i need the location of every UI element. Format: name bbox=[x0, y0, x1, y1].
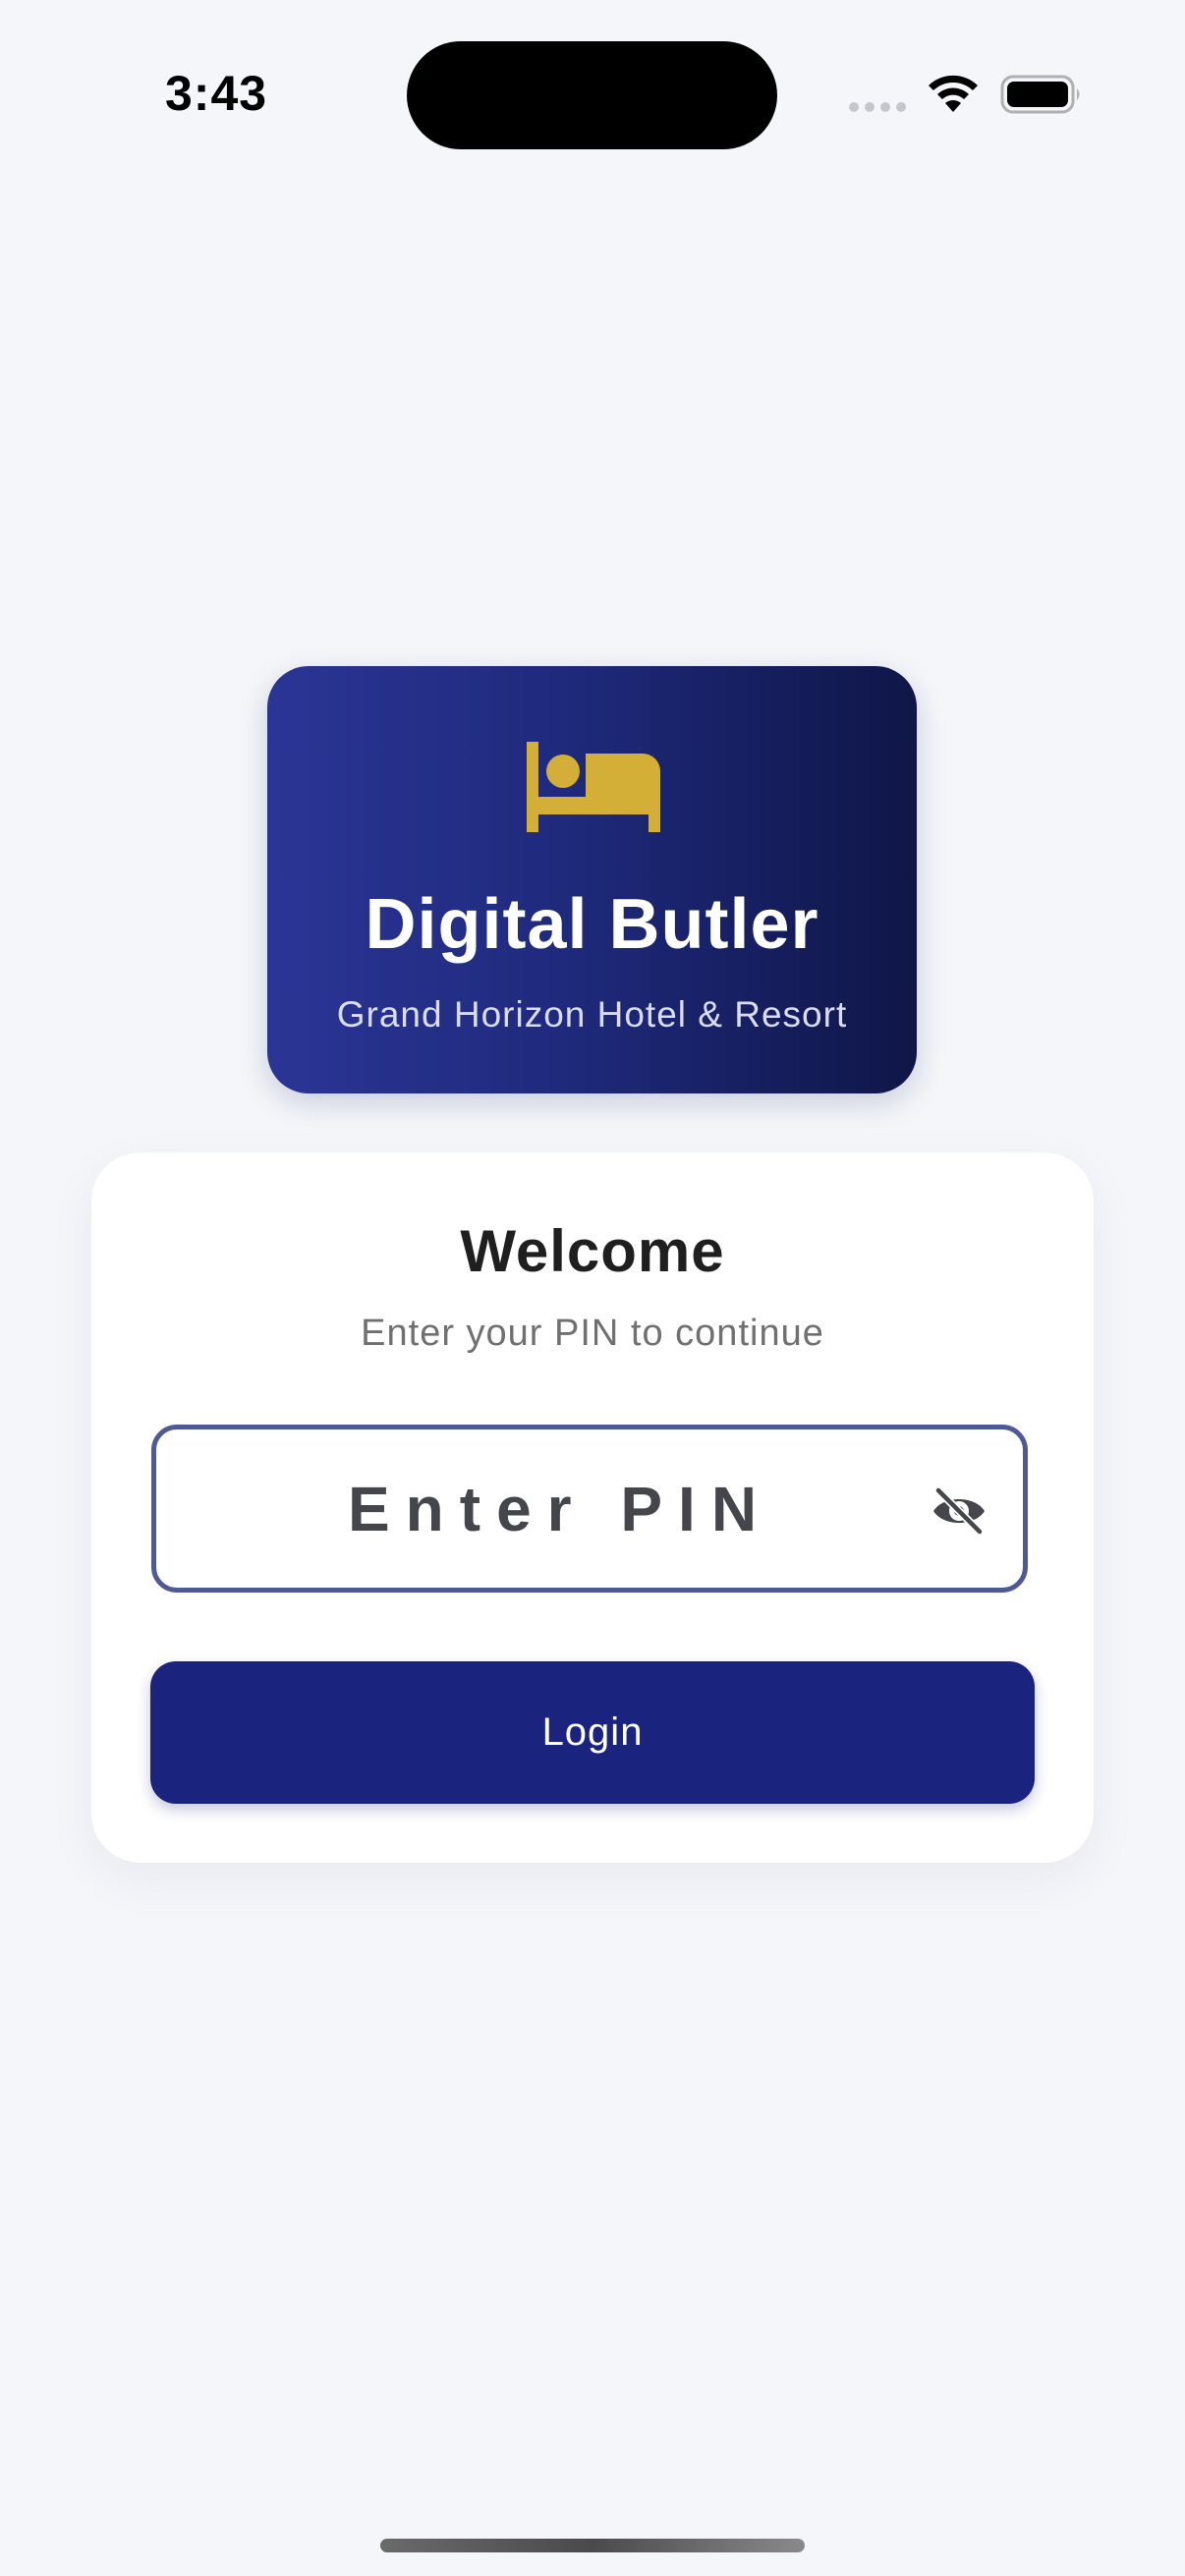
status-time: 3:43 bbox=[165, 66, 268, 121]
welcome-subtitle: Enter your PIN to continue bbox=[361, 1313, 824, 1354]
login-button[interactable]: Login bbox=[150, 1661, 1035, 1804]
app-title: Digital Butler bbox=[365, 885, 819, 964]
welcome-title: Welcome bbox=[460, 1218, 725, 1284]
bed-icon bbox=[527, 742, 660, 832]
pin-field[interactable] bbox=[151, 1425, 1028, 1593]
wifi-icon bbox=[929, 75, 978, 112]
home-indicator[interactable] bbox=[380, 2539, 805, 2552]
battery-icon bbox=[1000, 75, 1080, 114]
pin-input[interactable] bbox=[156, 1429, 1023, 1588]
brand-card: Digital Butler Grand Horizon Hotel & Res… bbox=[267, 666, 917, 1093]
cellular-signal-icon bbox=[849, 102, 906, 112]
login-card: Welcome Enter your PIN to continue Login bbox=[91, 1152, 1094, 1863]
hotel-name: Grand Horizon Hotel & Resort bbox=[336, 994, 848, 1035]
eye-off-icon[interactable] bbox=[930, 1482, 988, 1540]
dynamic-island bbox=[407, 41, 777, 149]
status-bar: 3:43 bbox=[0, 0, 1185, 196]
